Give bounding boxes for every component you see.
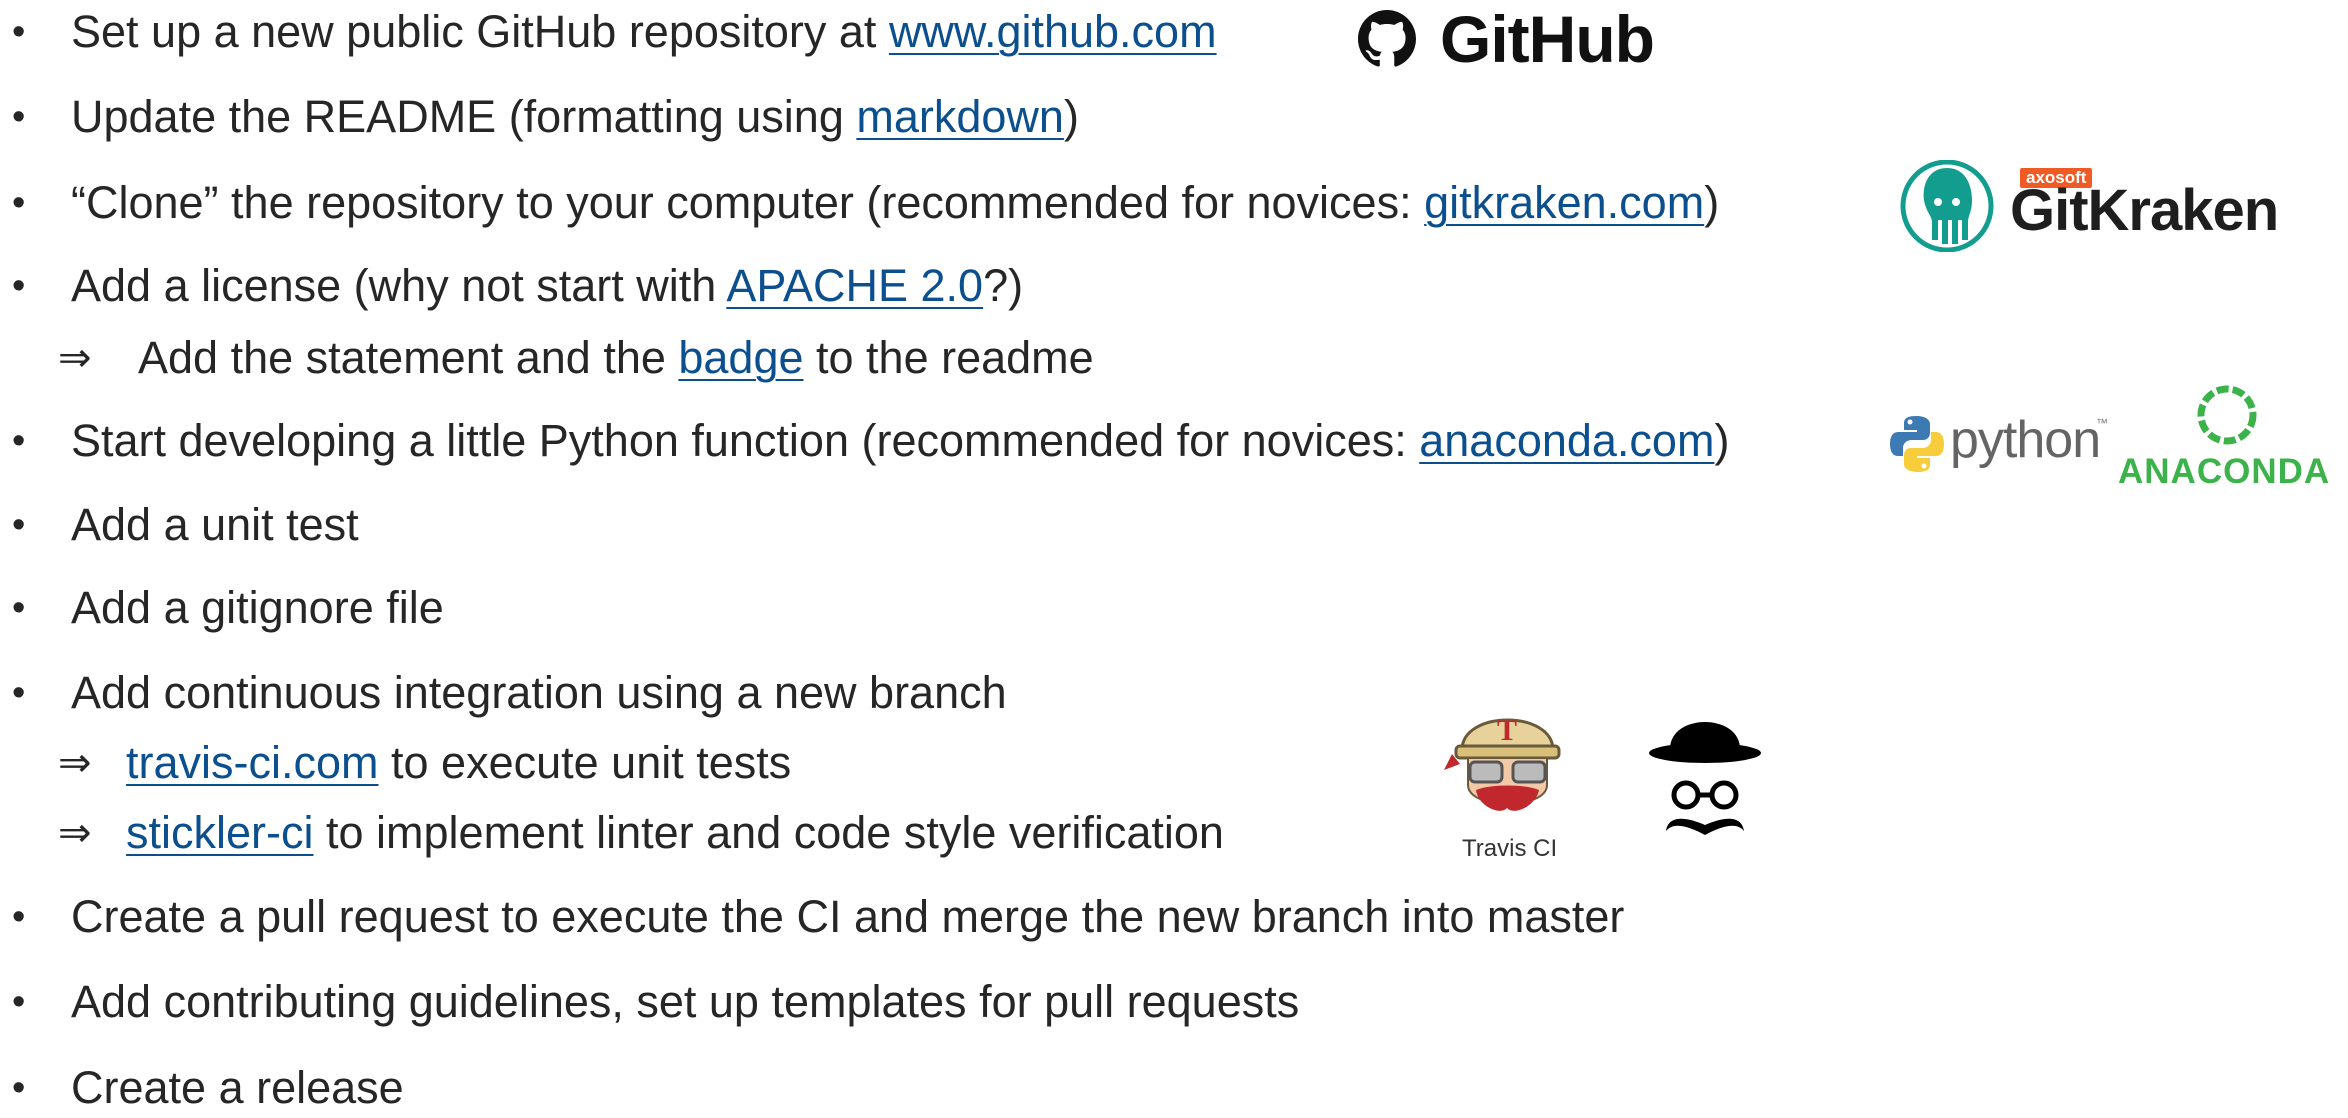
bullet: •	[12, 504, 26, 546]
bullet: •	[12, 11, 26, 53]
item-text-after: ?)	[983, 260, 1024, 311]
markdown-link[interactable]: markdown	[856, 91, 1064, 142]
bullet: •	[12, 265, 26, 307]
item-text-after: )	[1063, 91, 1079, 142]
item-text: Start developing a little Python functio…	[71, 415, 1420, 466]
apache-license-link[interactable]: APACHE 2.0	[726, 260, 983, 311]
item-text-after: )	[1704, 177, 1720, 228]
anaconda-ring-icon	[2197, 385, 2257, 445]
gitkraken-logo: axosoft GitKraken	[1898, 160, 2288, 255]
bullet: •	[12, 96, 26, 138]
item-text: Add a gitignore file	[71, 582, 444, 633]
anaconda-logo: ANACONDA	[2118, 382, 2338, 492]
gitkraken-link[interactable]: gitkraken.com	[1424, 177, 1704, 228]
python-wordmark: python	[1950, 411, 2101, 469]
anaconda-link[interactable]: anaconda.com	[1419, 415, 1714, 466]
bullet: •	[12, 896, 26, 938]
bullet: •	[12, 981, 26, 1023]
gitkraken-squid-icon	[1900, 160, 1994, 252]
item-text-after: )	[1714, 415, 1730, 466]
stickler-ci-logo	[1648, 705, 1763, 850]
badge-link[interactable]: badge	[678, 332, 803, 383]
item-text: Add contributing guidelines, set up temp…	[71, 976, 1300, 1027]
item-text: Add a license (why not start with	[71, 260, 727, 311]
item-text: Create a release	[71, 1062, 404, 1113]
python-logo: python ™	[1890, 410, 2110, 485]
travis-mascot-icon: T	[1444, 714, 1561, 811]
item-text: Add the statement and the	[138, 332, 679, 383]
gitkraken-wordmark: GitKraken	[2010, 178, 2279, 243]
anaconda-wordmark: ANACONDA	[2118, 452, 2331, 491]
bullet: •	[12, 420, 26, 462]
bullet: •	[12, 1067, 26, 1109]
github-link[interactable]: www.github.com	[889, 6, 1217, 57]
item-text: Add continuous integration using a new b…	[71, 667, 1007, 718]
arrow: ⇒	[58, 336, 92, 380]
item-text: Set up a new public GitHub repository at	[71, 6, 889, 57]
item-text-after: to execute unit tests	[378, 737, 792, 788]
trademark-mark: ™	[2096, 416, 2108, 430]
arrow: ⇒	[58, 741, 92, 785]
bullet: •	[12, 587, 26, 629]
item-text: Create a pull request to execute the CI …	[71, 891, 1625, 942]
python-snakes-icon	[1890, 416, 1944, 472]
bullet: •	[12, 672, 26, 714]
travis-ci-wordmark: Travis CI	[1462, 835, 1558, 862]
item-text: “Clone” the repository to your computer …	[71, 177, 1425, 228]
github-octocat-icon	[1358, 10, 1416, 67]
github-logo: GitHub	[1358, 4, 1658, 74]
item-text: Update the README (formatting using	[71, 91, 857, 142]
item-text-after: to the readme	[803, 332, 1094, 383]
travis-ci-logo: T Travis CI	[1440, 690, 1575, 865]
stickler-ci-link[interactable]: stickler-ci	[126, 807, 314, 858]
svg-text:T: T	[1497, 714, 1517, 747]
travis-ci-link[interactable]: travis-ci.com	[126, 737, 379, 788]
bullet: •	[12, 182, 26, 224]
stickler-hat-glasses-mustache-icon	[1649, 722, 1761, 835]
arrow: ⇒	[58, 811, 92, 855]
github-wordmark: GitHub	[1440, 2, 1655, 76]
item-text-after: to implement linter and code style verif…	[313, 807, 1224, 858]
item-text: Add a unit test	[71, 499, 359, 550]
